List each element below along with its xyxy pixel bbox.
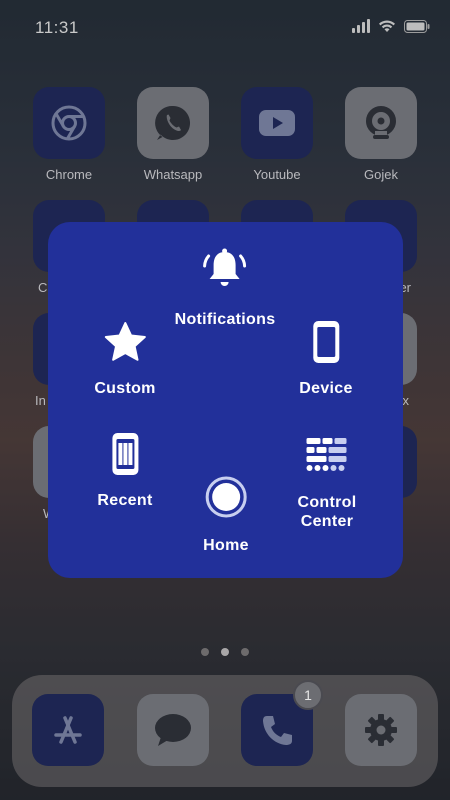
- home-circle-icon: [203, 472, 249, 522]
- star-icon: [94, 317, 155, 367]
- app-label: Youtube: [253, 167, 301, 182]
- app-gojek[interactable]: Gojek: [345, 87, 417, 182]
- bell-icon: [175, 244, 276, 294]
- app-label: Chrome: [45, 167, 93, 182]
- settings-icon: [345, 694, 417, 766]
- dock: 1: [12, 675, 438, 787]
- notifications-button[interactable]: Notifications: [175, 244, 276, 329]
- home-label: Home: [203, 537, 249, 554]
- control-center-label: Control Center: [297, 494, 357, 530]
- page-dot: [201, 648, 209, 656]
- messages-icon: [137, 694, 209, 766]
- custom-button[interactable]: Custom: [94, 317, 155, 398]
- app-label: Whatsapp: [143, 167, 203, 182]
- page-dot: [241, 648, 249, 656]
- control-center-icon: [298, 429, 357, 479]
- assistive-touch-menu: Notifications Custom Device Recent Home …: [48, 222, 403, 578]
- app-chrome[interactable]: Chrome: [33, 87, 105, 182]
- status-icons: [352, 19, 430, 33]
- youtube-icon: [241, 87, 313, 159]
- home-button[interactable]: Home: [203, 472, 249, 555]
- recent-apps-icon: [97, 429, 152, 479]
- custom-label: Custom: [94, 380, 156, 397]
- dock-phone[interactable]: 1: [241, 680, 323, 766]
- device-button[interactable]: Device: [299, 317, 352, 398]
- notification-badge: 1: [293, 680, 323, 710]
- gojek-icon: [345, 87, 417, 159]
- dock-messages[interactable]: [137, 694, 209, 766]
- app-youtube[interactable]: Youtube: [241, 87, 313, 182]
- status-bar: 11:31: [0, 0, 450, 56]
- device-icon: [299, 317, 352, 367]
- dock-settings[interactable]: [345, 694, 417, 766]
- recent-label: Recent: [97, 492, 153, 509]
- device-label: Device: [299, 380, 353, 397]
- dock-app-store[interactable]: [32, 694, 104, 766]
- app-label: Gojek: [364, 167, 398, 182]
- recent-button[interactable]: Recent: [97, 429, 152, 510]
- wifi-icon: [378, 19, 396, 33]
- chrome-icon: [33, 87, 105, 159]
- app-whatsapp[interactable]: Whatsapp: [137, 87, 209, 182]
- cellular-signal-icon: [352, 19, 370, 33]
- page-dot-active: [221, 648, 229, 656]
- battery-icon: [404, 19, 430, 33]
- status-time: 11:31: [35, 18, 79, 37]
- control-center-button[interactable]: Control Center: [298, 429, 357, 531]
- notifications-label: Notifications: [174, 311, 276, 328]
- whatsapp-icon: [137, 87, 209, 159]
- page-indicator[interactable]: [0, 648, 450, 656]
- app-store-icon: [32, 694, 104, 766]
